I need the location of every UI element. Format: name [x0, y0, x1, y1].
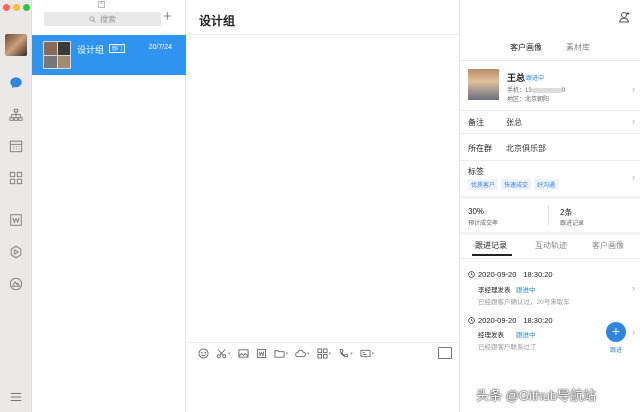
conversation-item[interactable]: 设计组 部门 20/7/24: [32, 35, 186, 75]
doc-icon[interactable]: [256, 347, 267, 361]
divider: [460, 258, 640, 259]
contact-icon[interactable]: [618, 11, 630, 23]
record-timestamp: 2020-09-20 18:30:20: [468, 270, 553, 279]
record-status: 跟进中: [516, 332, 536, 339]
group-value: 北京俱乐部: [506, 144, 546, 153]
active-tab-underline: [472, 254, 512, 256]
maximize-window-button[interactable]: [23, 4, 30, 11]
remark-value: 张总: [506, 118, 522, 127]
clock-icon: [468, 271, 475, 278]
panel-tabs: 客户画像 素材库: [460, 42, 640, 58]
chevron-right-icon[interactable]: ›: [632, 116, 635, 126]
section-divider: [460, 196, 640, 199]
records-count-label: 跟进记录: [560, 221, 585, 227]
chat-area: 设计组 ▾ ▾ ▾ ▾ ▾ ▾: [186, 0, 460, 412]
group-avatar: [43, 41, 71, 69]
add-button[interactable]: +: [163, 9, 172, 24]
record-author: 李经理发表: [478, 287, 511, 294]
header-divider: [186, 34, 460, 35]
tab-materials[interactable]: 素材库: [566, 42, 590, 58]
screen-icon[interactable]: ▾: [360, 347, 374, 361]
record-note: 已经跟客户联系过了: [478, 344, 537, 351]
calendar-icon[interactable]: [6, 137, 26, 155]
watermark-text: 头条 @Github导航站: [476, 388, 597, 403]
conversation-name: 设计组: [77, 45, 105, 55]
conversation-date: 20/7/24: [148, 44, 172, 51]
deal-rate-label: 预计成交率: [468, 221, 499, 227]
search-icon: [89, 15, 96, 23]
drive-icon[interactable]: [6, 275, 26, 293]
phone-icon[interactable]: ▾: [338, 347, 353, 361]
record-status: 跟进中: [516, 287, 536, 294]
close-mark-icon[interactable]: ×: [98, 1, 105, 8]
tag[interactable]: 好沟通: [534, 179, 559, 190]
tab-interaction-track[interactable]: 互动轨迹: [535, 240, 567, 251]
record-note: 已经跟客户确认过，20号来取车: [478, 299, 570, 306]
divider: [460, 60, 640, 61]
divider: [460, 160, 640, 161]
folder-icon[interactable]: ▾: [273, 347, 288, 361]
close-window-button[interactable]: [3, 4, 10, 11]
customer-status: 跟进中: [526, 76, 545, 82]
follow-tabs: 跟进记录 互动轨迹 客户画像: [460, 240, 640, 256]
group-label: 所在群: [468, 144, 492, 153]
tag[interactable]: 优质客户: [468, 179, 499, 190]
scissors-icon[interactable]: ▾: [216, 347, 231, 361]
department-badge: 部门: [109, 44, 126, 53]
customer-name: 王总: [507, 73, 526, 83]
customer-panel: 客户画像 素材库 王总 跟进中 手机：13 9 地区：北京朝阳 › 备注 张总 ›…: [460, 0, 640, 412]
customer-phone: 手机：13 9: [507, 87, 566, 94]
record-author: 经理发表: [478, 332, 504, 339]
chevron-right-icon[interactable]: ›: [632, 283, 635, 293]
stat-separator: [548, 205, 549, 225]
screenshot-icon[interactable]: [438, 347, 452, 359]
section-divider: [460, 232, 640, 235]
tab-follow-records[interactable]: 跟进记录: [475, 240, 507, 251]
customer-area: 地区：北京朝阳: [507, 97, 550, 103]
search-placeholder: 搜索: [100, 14, 116, 24]
menu-icon[interactable]: [6, 388, 26, 406]
record-timestamp: 2020-09-20 18:30:20: [468, 316, 553, 325]
image-icon[interactable]: [237, 347, 249, 361]
conversation-list: × 搜索 + 设计组 部门 20/7/24: [32, 0, 186, 412]
tag[interactable]: 快速成交: [501, 179, 532, 190]
window-controls: [3, 4, 30, 11]
user-avatar[interactable]: [5, 34, 27, 56]
tab-customer-portrait[interactable]: 客户画像: [592, 240, 624, 251]
chat-icon[interactable]: [6, 74, 26, 92]
divider: [460, 133, 640, 134]
customer-avatar: [468, 69, 499, 100]
add-follow-label: 跟进: [610, 348, 623, 354]
apps-grid-icon[interactable]: [6, 169, 26, 187]
chevron-right-icon[interactable]: ›: [632, 84, 635, 94]
emoji-icon[interactable]: [198, 347, 209, 361]
deal-rate-value: 30%: [468, 207, 485, 216]
tags-label: 标签: [468, 167, 484, 176]
chat-title: 设计组: [199, 14, 236, 28]
tab-customer-profile[interactable]: 客户画像: [510, 42, 542, 58]
hexagon-icon[interactable]: [6, 243, 26, 261]
add-follow-button[interactable]: +: [606, 322, 626, 342]
records-count-value: 2条: [560, 208, 573, 217]
cloud-icon[interactable]: ▾: [295, 347, 310, 361]
document-icon[interactable]: [6, 211, 26, 229]
remark-label: 备注: [468, 118, 484, 127]
chevron-right-icon[interactable]: ›: [632, 172, 635, 182]
chevron-right-icon[interactable]: ›: [632, 327, 635, 337]
apps-icon[interactable]: ▾: [317, 347, 331, 361]
search-input[interactable]: 搜索: [44, 12, 161, 26]
divider: [460, 110, 640, 111]
app-sidebar-rail: [0, 0, 32, 412]
clock-icon: [468, 317, 475, 324]
message-toolbar: ▾ ▾ ▾ ▾ ▾ ▾: [186, 342, 460, 364]
tag-list: 优质客户 快速成交 好沟通: [468, 179, 559, 190]
org-chart-icon[interactable]: [6, 106, 26, 124]
minimize-window-button[interactable]: [13, 4, 20, 11]
